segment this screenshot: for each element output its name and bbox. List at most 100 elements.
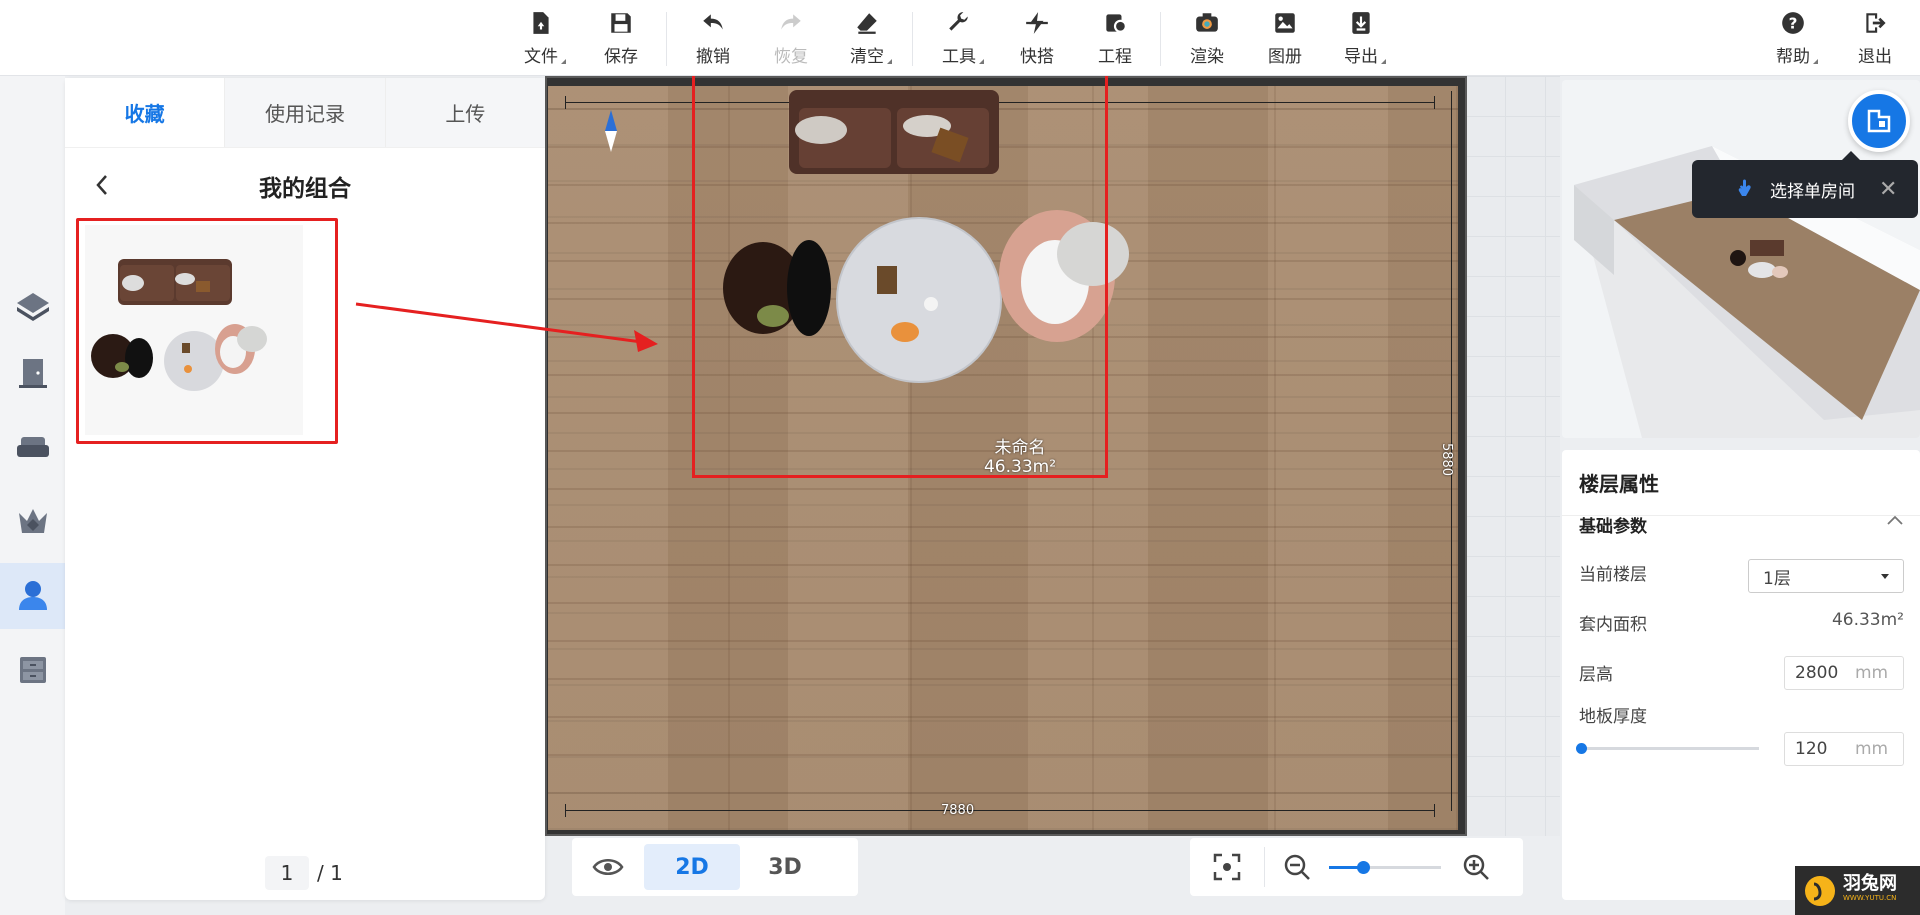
height-row: 层高 2800 mm — [1579, 656, 1904, 694]
height-label: 层高 — [1579, 665, 1613, 685]
clear-button[interactable]: 清空 — [834, 10, 900, 70]
thickness-slider-handle[interactable] — [1576, 743, 1587, 754]
undo-button[interactable]: 撤销 — [680, 10, 746, 70]
thickness-slider[interactable] — [1579, 747, 1759, 750]
dimension-bottom-label: 7880 — [941, 803, 975, 818]
current-floor-label: 当前楼层 — [1579, 565, 1647, 585]
rail-decor[interactable] — [0, 488, 65, 554]
height-input[interactable]: 2800 mm — [1784, 656, 1904, 690]
room-label[interactable]: 未命名 46.33m² — [910, 439, 1130, 477]
help-button[interactable]: ? 帮助 — [1760, 10, 1826, 70]
area-value: 46.33m² — [1831, 610, 1904, 630]
site-logo: 羽兔网 WWW.YUTU.CN — [1795, 866, 1920, 915]
logout-icon — [1866, 13, 1886, 33]
question-icon: ? — [1782, 12, 1804, 34]
crown-icon — [18, 509, 47, 533]
room-name: 未命名 — [994, 438, 1046, 458]
page-number-input[interactable]: 1 — [265, 856, 309, 890]
quick-build-button[interactable]: 快搭 — [1004, 10, 1070, 70]
image-icon — [1275, 13, 1295, 33]
rabbit-logo-icon — [1805, 875, 1835, 906]
thickness-input[interactable]: 120 mm — [1784, 732, 1904, 766]
export-icon — [1352, 12, 1370, 34]
export-button[interactable]: 导出 — [1328, 10, 1394, 70]
floor-select[interactable]: 1层 — [1748, 559, 1904, 593]
panel-title: 我的组合 — [259, 175, 351, 202]
rail-floorplan[interactable] — [0, 274, 65, 340]
tab-favorites[interactable]: 收藏 — [65, 78, 225, 147]
zoom-out-icon — [1284, 854, 1310, 880]
file-button[interactable]: 文件 — [508, 10, 574, 70]
fit-view-button[interactable] — [1190, 844, 1264, 890]
redo-icon — [781, 14, 801, 30]
rail-my-items[interactable] — [0, 563, 65, 629]
area-row: 套内面积 46.33m² — [1579, 610, 1904, 635]
select-room-tooltip: 选择单房间 ✕ — [1692, 151, 1918, 218]
save-button[interactable]: 保存 — [588, 10, 654, 70]
door-icon — [18, 359, 47, 388]
close-icon[interactable]: ✕ — [1879, 177, 1897, 202]
view-mode-bar: 2D 3D — [572, 838, 858, 896]
floorplan-icon — [16, 293, 49, 321]
user-icon — [18, 581, 47, 610]
select-room-button[interactable] — [1848, 90, 1910, 152]
logo-text: 羽兔网 — [1843, 872, 1897, 894]
floor-properties-panel: 楼层属性 基础参数 当前楼层 1层 套内面积 46.33m² 层高 2800 m… — [1562, 450, 1920, 900]
room-area: 46.33m² — [983, 457, 1057, 477]
exit-button[interactable]: 退出 — [1842, 10, 1908, 70]
cabinet-icon — [19, 657, 46, 683]
file-icon — [533, 12, 549, 34]
combination-thumbnail[interactable] — [76, 218, 338, 444]
save-icon — [611, 13, 631, 33]
page-total: / 1 — [317, 861, 343, 885]
annotation-arrow — [355, 302, 658, 352]
tooltip-text: 选择单房间 — [1770, 181, 1855, 202]
hand-icon — [1738, 179, 1751, 196]
undo-icon — [703, 14, 723, 30]
gear-icon — [1106, 14, 1127, 33]
eraser-icon — [857, 13, 877, 34]
section-title: 基础参数 — [1579, 517, 1647, 537]
basic-params-section[interactable]: 基础参数 — [1579, 512, 1904, 537]
svg-text:?: ? — [1789, 14, 1798, 32]
current-floor-row: 当前楼层 1层 — [1579, 559, 1904, 594]
visibility-toggle[interactable] — [572, 844, 644, 890]
tab-upload[interactable]: 上传 — [384, 78, 545, 147]
area-label: 套内面积 — [1579, 615, 1647, 635]
focus-icon — [1213, 853, 1241, 881]
redo-button[interactable]: 恢复 — [758, 10, 824, 70]
zoom-bar — [1190, 838, 1523, 896]
zoom-in-button[interactable] — [1441, 844, 1511, 890]
rail-furniture[interactable] — [0, 414, 65, 480]
design-canvas[interactable]: 7880 7880 5880 未命名 46.33m² — [545, 73, 1560, 836]
zoom-slider[interactable] — [1329, 857, 1441, 877]
eye-icon — [592, 859, 624, 875]
back-button[interactable] — [87, 170, 117, 200]
compass-icon — [605, 110, 617, 152]
chevron-left-icon — [96, 175, 107, 195]
sofa-icon — [16, 437, 49, 457]
thickness-label: 地板厚度 — [1579, 707, 1647, 727]
zoom-out-button[interactable] — [1265, 844, 1329, 890]
left-category-rail — [0, 76, 65, 915]
wrench-icon — [949, 12, 968, 31]
project-button[interactable]: 工程 — [1082, 10, 1148, 70]
top-toolbar: 文件 保存 撤销 恢复 清空 工具 快搭 工程 渲染 图册 导出 ? 帮助 退出 — [0, 0, 1920, 76]
properties-title: 楼层属性 — [1562, 450, 1920, 516]
zoom-slider-handle[interactable] — [1356, 861, 1370, 874]
mode-2d-button[interactable]: 2D — [644, 844, 740, 890]
rail-door[interactable] — [0, 340, 65, 406]
mode-3d-button[interactable]: 3D — [740, 844, 830, 890]
thickness-row: 120 mm — [1576, 732, 1904, 768]
rail-cabinet[interactable] — [0, 636, 65, 702]
album-button[interactable]: 图册 — [1252, 10, 1318, 70]
pagination: 1 / 1 — [265, 856, 343, 890]
render-button[interactable]: 渲染 — [1174, 10, 1240, 70]
favorites-panel: 收藏 使用记录 上传 我的组合 1 / 1 — [65, 78, 545, 900]
thickness-label-row: 地板厚度 — [1579, 702, 1904, 727]
tab-history[interactable]: 使用记录 — [224, 78, 385, 147]
camera-icon — [1196, 13, 1218, 32]
combination-preview-image — [91, 259, 267, 391]
tools-button[interactable]: 工具 — [926, 10, 992, 70]
chevron-up-icon — [1887, 515, 1903, 525]
